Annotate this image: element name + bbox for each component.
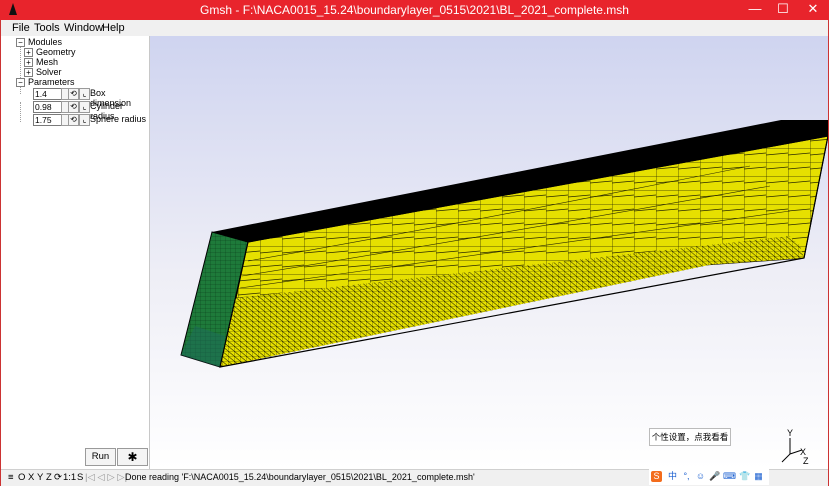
graphics-viewport[interactable]: Y X Z [150, 36, 828, 469]
axes-indicator: Y X Z [781, 428, 809, 466]
graph-icon[interactable]: ⌞ [79, 114, 90, 126]
punctuation-icon[interactable]: °, [681, 471, 692, 482]
tree-item-parameters[interactable]: Parameters [28, 77, 75, 88]
keyboard-icon[interactable]: ⌨ [723, 471, 736, 482]
sphere-radius-input[interactable]: 1.75 [33, 114, 62, 126]
scale-button[interactable]: 1:1 [63, 472, 76, 483]
select-button[interactable]: S [77, 472, 83, 483]
client-area: File Tools Window Help − Modules + Geome… [1, 20, 828, 486]
window-title: Gmsh - F:\NACA0015_15.24\boundarylayer_0… [200, 3, 629, 17]
collapse-icon[interactable]: − [16, 38, 25, 47]
skin-icon[interactable]: 👕 [739, 471, 750, 482]
sogou-logo-icon[interactable]: S [651, 471, 662, 482]
view-y-button[interactable]: Y [37, 472, 43, 483]
graph-icon[interactable]: ⌞ [79, 101, 90, 113]
view-o-button[interactable]: O [18, 472, 25, 483]
view-z-button[interactable]: Z [46, 472, 52, 483]
menu-window[interactable]: Window [64, 22, 103, 34]
menu-toggle-icon[interactable]: ≡ [8, 472, 14, 483]
tree-connector [20, 102, 21, 122]
axis-z-label: Z [803, 456, 809, 466]
ime-toolbar[interactable]: S 中 °, ☺ 🎤 ⌨ 👕 ▦ [649, 469, 769, 485]
view-x-button[interactable]: X [28, 472, 34, 483]
grid-icon[interactable]: ▦ [753, 471, 764, 482]
status-message: Done reading 'F:\NACA0015_15.24\boundary… [125, 472, 475, 482]
menu-file[interactable]: File [12, 22, 30, 34]
axis-y-label: Y [787, 428, 793, 438]
loop-icon[interactable]: ⟲ [68, 114, 79, 126]
minimize-button[interactable]: — [740, 0, 770, 20]
loop-icon[interactable]: ⟲ [68, 88, 79, 100]
options-tree-panel: − Modules + Geometry + Mesh + Solver − P… [1, 36, 150, 469]
emoji-icon[interactable]: ☺ [695, 471, 706, 482]
cylinder-radius-input[interactable]: 0.98 [33, 101, 62, 113]
expand-icon[interactable]: + [24, 48, 33, 57]
menu-help[interactable]: Help [102, 22, 125, 34]
expand-icon[interactable]: + [24, 68, 33, 77]
title-bar[interactable]: Gmsh - F:\NACA0015_15.24\boundarylayer_0… [0, 0, 829, 20]
gear-icon[interactable]: ✱ [117, 448, 148, 466]
playback-controls[interactable]: |◁ ◁ ▷ ▷| [85, 472, 127, 483]
menu-tools[interactable]: Tools [34, 22, 60, 34]
language-icon[interactable]: 中 [667, 471, 678, 482]
mesh-render [180, 120, 828, 368]
rotate-icon[interactable]: ⟳ [54, 472, 62, 483]
maximize-button[interactable]: ☐ [768, 0, 798, 20]
sphere-radius-label: Sphere radius [90, 114, 147, 124]
microphone-icon[interactable]: 🎤 [709, 471, 720, 482]
graph-icon[interactable]: ⌞ [79, 88, 90, 100]
close-button[interactable]: ✕ [798, 0, 828, 20]
loop-icon[interactable]: ⟲ [68, 101, 79, 113]
ime-tooltip[interactable]: 个性设置，点我看看 [649, 428, 731, 446]
menu-bar: File Tools Window Help [1, 20, 828, 36]
expand-icon[interactable]: + [24, 58, 33, 67]
collapse-icon[interactable]: − [16, 78, 25, 87]
box-dimension-input[interactable]: 1.4 [33, 88, 62, 100]
run-button[interactable]: Run [85, 448, 116, 466]
